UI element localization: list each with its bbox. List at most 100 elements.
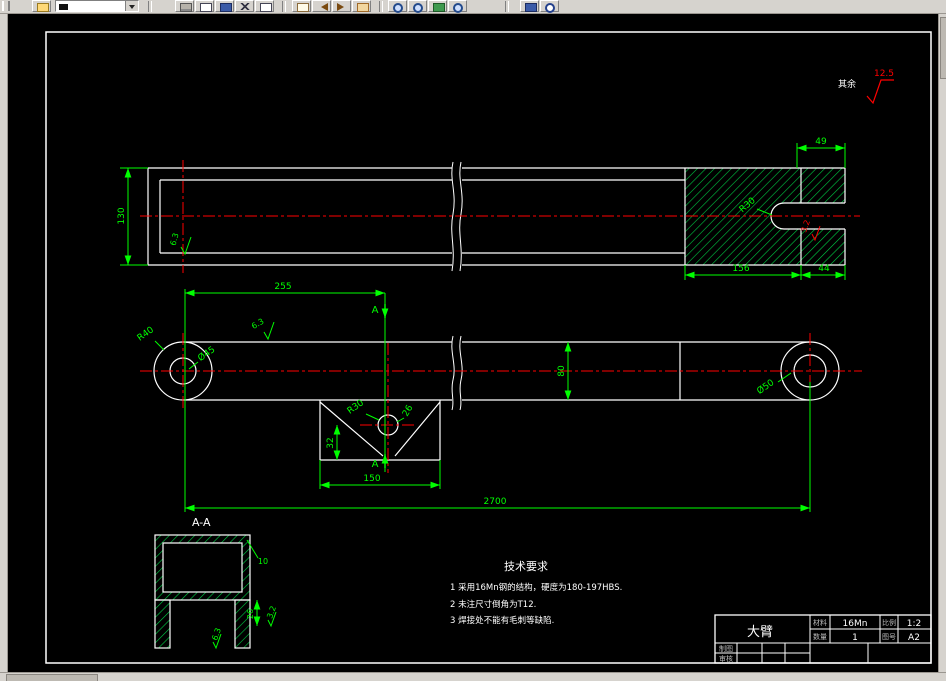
open-icon: [37, 3, 49, 12]
toolbar-separator: [282, 1, 286, 12]
quantity-label: 数量: [813, 632, 827, 641]
section-right-leg: [234, 599, 251, 649]
scale-value: 1:2: [907, 619, 921, 629]
dim-26-label: 26: [246, 609, 255, 619]
zoom-window-button[interactable]: [408, 0, 427, 13]
pan-icon: [357, 3, 369, 12]
dim-130-label: 130: [117, 207, 127, 224]
dim-10-label: 10: [258, 557, 268, 566]
zoom-all-icon: [433, 3, 445, 12]
scale-label: 比例: [882, 618, 896, 627]
part-name: 大臂: [747, 625, 773, 640]
dim-80-label: 80: [557, 365, 567, 377]
section-wall-hatch: [155, 535, 250, 600]
properties-icon: [525, 3, 537, 12]
zoom-all-button[interactable]: [428, 0, 447, 12]
help-icon: [545, 3, 555, 13]
side-view: 130 49 156 44 R30 6.3 3.2: [117, 137, 860, 280]
spell-check-button[interactable]: [215, 0, 234, 12]
horizontal-scrollbar-thumb[interactable]: [6, 674, 98, 681]
section-letter-bottom: A: [372, 459, 379, 470]
redo-button[interactable]: [332, 0, 351, 12]
dim-49-label: 49: [815, 137, 827, 147]
toolbar-separator: [379, 1, 383, 12]
toolbar-separator: [505, 1, 509, 12]
cad-application-window: 130 49 156 44 R30 6.3 3.2 255 2700 80 32…: [0, 0, 946, 681]
spell-check-icon: [220, 3, 232, 12]
pan-button[interactable]: [352, 0, 371, 12]
bracket-radius-leader: [365, 413, 380, 421]
vertical-scrollbar-thumb[interactable]: [940, 17, 946, 79]
right-hole-label: Ø50: [755, 377, 777, 397]
drawing-canvas[interactable]: 130 49 156 44 R30 6.3 3.2 255 2700 80 32…: [8, 13, 938, 672]
end-radius-label: R40: [136, 325, 156, 344]
layer-combo-dropdown-button[interactable]: [125, 1, 138, 11]
vertical-scrollbar[interactable]: [938, 13, 946, 672]
layer-combo[interactable]: [55, 0, 139, 12]
sheet-label: 图号: [882, 633, 896, 641]
roughness-leg-label: 6.3: [210, 627, 223, 642]
general-roughness-symbol: [866, 79, 894, 105]
tech-req-item-1: 1 采用16Mn钢的结构，硬度为180-197HBS.: [450, 582, 622, 593]
redo-icon: [337, 3, 348, 11]
section-left-leg: [154, 599, 171, 649]
layer-color-chip: [59, 4, 68, 10]
right-hole-leader: [777, 372, 792, 383]
sign-row-2-label: 审核: [719, 654, 733, 663]
zoom-previous-button[interactable]: [448, 0, 467, 13]
drawing-svg: 130 49 156 44 R30 6.3 3.2 255 2700 80 32…: [45, 31, 932, 664]
general-roughness-value: 12.5: [874, 69, 894, 79]
plan-view-centerlines: [140, 333, 862, 473]
help-button[interactable]: [540, 0, 559, 13]
cut-button[interactable]: [235, 0, 254, 12]
roughness-plan-label: 6.3: [250, 317, 266, 331]
print-icon: [180, 3, 192, 12]
section-view-label: A-A: [192, 516, 211, 529]
quantity-value: 1: [852, 633, 858, 643]
material-value: 16Mn: [843, 619, 868, 629]
print-button[interactable]: [175, 0, 194, 12]
left-window-edge: [0, 13, 8, 672]
tech-req-item-2: 2 未注尺寸倒角为T12.: [450, 599, 536, 610]
horizontal-scrollbar[interactable]: [0, 672, 946, 681]
plan-view-break-lines: [451, 335, 463, 411]
bracket-hole-label: 26: [401, 403, 416, 418]
dim-156-label: 156: [732, 264, 749, 274]
zoom-realtime-icon: [393, 3, 403, 13]
sheet-frame: [45, 31, 932, 664]
plan-view: 255 2700 80 32 150 A A R40 Ø45 Ø50 R30 2…: [136, 282, 862, 512]
bracket-hole-leader: [396, 417, 405, 423]
plan-view-outline: [183, 341, 810, 461]
dim-2700-label: 2700: [484, 497, 507, 507]
section-letter-top: A: [372, 305, 379, 316]
zoom-previous-icon: [453, 3, 463, 13]
copy-button[interactable]: [255, 0, 274, 12]
roughness-wall-label: 3.2: [265, 605, 278, 620]
properties-button[interactable]: [520, 0, 539, 12]
zoom-window-icon: [413, 3, 423, 13]
copy-icon: [260, 3, 272, 12]
cut-icon: [240, 3, 250, 10]
section-view: A-A 10 26 3.2 6.3: [154, 516, 278, 650]
sign-row-1-label: 制图: [719, 644, 733, 653]
open-button[interactable]: [32, 0, 51, 12]
paste-button[interactable]: [292, 0, 311, 12]
zoom-realtime-button[interactable]: [388, 0, 407, 13]
print-preview-icon: [200, 3, 212, 12]
sheet-value: A2: [908, 633, 920, 643]
rest-note-label: 其余: [838, 78, 856, 90]
section-inner-rect: [162, 542, 243, 593]
undo-button[interactable]: [312, 0, 331, 12]
title-block: 大臂 材料 16Mn 比例 1:2 数量 1 图号 A2 制图 审核: [714, 614, 932, 664]
bracket-radius-label: R30: [346, 398, 366, 417]
section-outer-rect: [154, 534, 251, 601]
tech-req-item-3: 3 焊接处不能有毛刺等缺陷.: [450, 615, 554, 626]
tech-req-title: 技术要求: [504, 560, 548, 573]
toolbar-drag-handle[interactable]: [2, 1, 10, 11]
print-preview-button[interactable]: [195, 0, 214, 12]
dim-44-label: 44: [818, 264, 830, 274]
dim-150-label: 150: [363, 474, 380, 484]
toolbar-separator: [148, 1, 152, 12]
end-radius-leader: [154, 340, 165, 351]
material-label: 材料: [813, 618, 827, 627]
